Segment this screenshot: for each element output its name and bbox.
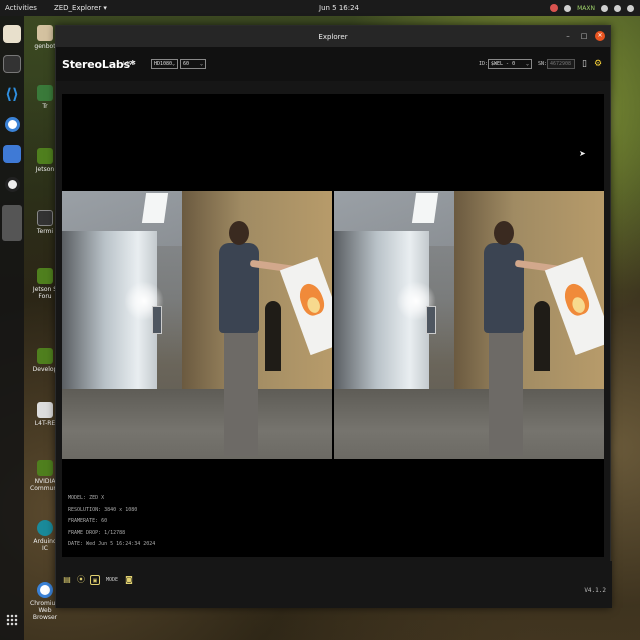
frame-floor xyxy=(334,389,604,459)
trash-icon xyxy=(37,85,53,101)
left-camera-frame xyxy=(62,191,332,459)
frame-archway xyxy=(534,301,550,371)
window-controls: – □ ✕ xyxy=(563,31,605,41)
terminal-icon[interactable] xyxy=(3,55,21,73)
system-tray: MAXN xyxy=(550,4,634,12)
video-viewer[interactable]: ➤ MODEL: ZED X RESOLUTION: 3840 x 1080 F… xyxy=(62,94,604,557)
right-camera-frame xyxy=(334,191,604,459)
home-folder-icon xyxy=(37,25,53,41)
nvidia-icon xyxy=(37,348,53,364)
gear-icon[interactable]: ⚙ xyxy=(594,59,602,69)
obs-icon[interactable] xyxy=(3,175,21,193)
file-icon[interactable]: ▤ xyxy=(62,575,72,585)
chevron-down-icon: ⌄ xyxy=(199,61,203,67)
files-icon[interactable] xyxy=(3,25,21,43)
chromium-icon xyxy=(37,582,53,598)
ubuntu-icon[interactable] xyxy=(550,4,559,12)
camera-id-value: $WEL - 0 xyxy=(491,61,516,67)
frame-window xyxy=(426,306,436,334)
close-icon[interactable]: ✕ xyxy=(595,31,605,41)
explorer-window: Explorer – □ ✕ StereoLabs* LIVE HD1080 ⌄… xyxy=(55,25,612,608)
chromium-icon[interactable] xyxy=(3,115,21,133)
window-titlebar[interactable]: Explorer – □ ✕ xyxy=(56,26,610,47)
person-head xyxy=(229,221,249,245)
record-icon[interactable]: ▣ xyxy=(90,575,100,585)
ceiling-light xyxy=(411,193,439,223)
screenshot-icon[interactable] xyxy=(3,145,21,163)
mouse-cursor-icon: ➤ xyxy=(579,149,586,158)
desktop-icon-label: Develop xyxy=(32,366,58,373)
stereo-stream xyxy=(62,191,604,459)
overlay-model: MODEL: ZED X xyxy=(68,495,105,501)
vscode-icon[interactable]: ⟨⟩ xyxy=(3,85,21,103)
frame-floor xyxy=(62,389,332,459)
clock[interactable]: Jun 5 16:24 xyxy=(319,4,359,12)
desktop-icon-label: Jetson S Foru xyxy=(32,286,58,300)
person-legs xyxy=(224,331,258,456)
camera-id-label: ID: xyxy=(479,61,489,67)
desktop-icon-label: genbot xyxy=(34,43,56,50)
explorer-toolbar: StereoLabs* LIVE HD1080 ⌄ 60 ⌄ ID: $WEL … xyxy=(56,47,610,81)
volume-icon[interactable] xyxy=(614,4,621,12)
dock: ⟨⟩ xyxy=(0,16,24,640)
live-mode-label[interactable]: LIVE xyxy=(123,61,135,67)
resolution-value: HD1080 xyxy=(154,61,173,67)
power-icon[interactable] xyxy=(627,4,634,12)
stream-icon[interactable]: ⦿ xyxy=(76,575,86,585)
show-apps-icon[interactable] xyxy=(6,614,18,626)
serial-number-field[interactable]: 4672908 xyxy=(547,59,575,69)
fps-select[interactable]: 60 ⌄ xyxy=(180,59,206,69)
power-mode[interactable]: MAXN xyxy=(577,5,595,12)
desktop-icon-label: L4T-RE xyxy=(34,420,56,427)
document-icon xyxy=(37,402,53,418)
chevron-down-icon: ⌄ xyxy=(525,61,529,67)
app-menu[interactable]: ZED_Explorer ▾ xyxy=(54,4,107,12)
frame-window xyxy=(152,306,162,334)
serial-number-label: SN: xyxy=(538,61,548,67)
person-legs xyxy=(489,331,523,456)
network-icon[interactable] xyxy=(601,4,608,12)
version-label: V4.1.2 xyxy=(584,587,606,594)
top-bar: Activities ZED_Explorer ▾ Jun 5 16:24 MA… xyxy=(0,0,640,16)
zed-explorer-dock-icon[interactable] xyxy=(2,205,22,241)
terminal-icon xyxy=(37,210,53,226)
overlay-framerate: FRAMERATE: 60 xyxy=(68,518,108,525)
maximize-icon[interactable]: □ xyxy=(579,31,589,41)
bottom-toolbar: ▤ ⦿ ▣ MODE ◙ V4.1.2 xyxy=(56,561,612,608)
nvidia-icon xyxy=(37,148,53,164)
desktop-icon-label: Termi xyxy=(36,228,54,235)
video-settings-icon[interactable]: ▯ xyxy=(582,59,587,69)
minimize-icon[interactable]: – xyxy=(563,31,573,41)
ceiling-light xyxy=(141,193,169,223)
camera-icon[interactable]: ◙ xyxy=(124,575,134,585)
nvidia-icon xyxy=(37,268,53,284)
activities-button[interactable]: Activities xyxy=(5,4,37,12)
camera-id-select[interactable]: $WEL - 0 ⌄ xyxy=(488,59,532,69)
desktop-icon-label: Arduino IC xyxy=(33,538,57,552)
window-title: Explorer xyxy=(318,32,348,41)
chevron-down-icon: ⌄ xyxy=(171,61,175,67)
fps-value: 60 xyxy=(183,61,190,67)
overlay-frame-drop: FRAME DROP: 1/12788 xyxy=(68,529,126,536)
bottom-toolbar-icons: ▤ ⦿ ▣ MODE ◙ xyxy=(62,575,134,585)
arduino-icon xyxy=(37,520,53,536)
overlay-date: DATE: Wed Jun 5 16:24:34 2024 xyxy=(68,541,156,548)
overlay-resolution: RESOLUTION: 3840 x 1080 xyxy=(68,506,138,513)
person-head xyxy=(494,221,514,245)
person-shirt xyxy=(219,243,259,333)
frame-archway xyxy=(265,301,281,371)
camera-info-overlay: MODEL: ZED X RESOLUTION: 3840 x 1080 FRA… xyxy=(68,493,155,551)
desktop-icon-label: Jetson xyxy=(35,166,55,173)
person-shirt xyxy=(484,243,524,333)
nvidia-icon xyxy=(37,460,53,476)
desktop-icon-label: Tr xyxy=(42,103,48,110)
mode-button[interactable]: MODE xyxy=(104,575,120,585)
update-icon[interactable] xyxy=(564,4,572,12)
resolution-select[interactable]: HD1080 ⌄ xyxy=(151,59,178,69)
